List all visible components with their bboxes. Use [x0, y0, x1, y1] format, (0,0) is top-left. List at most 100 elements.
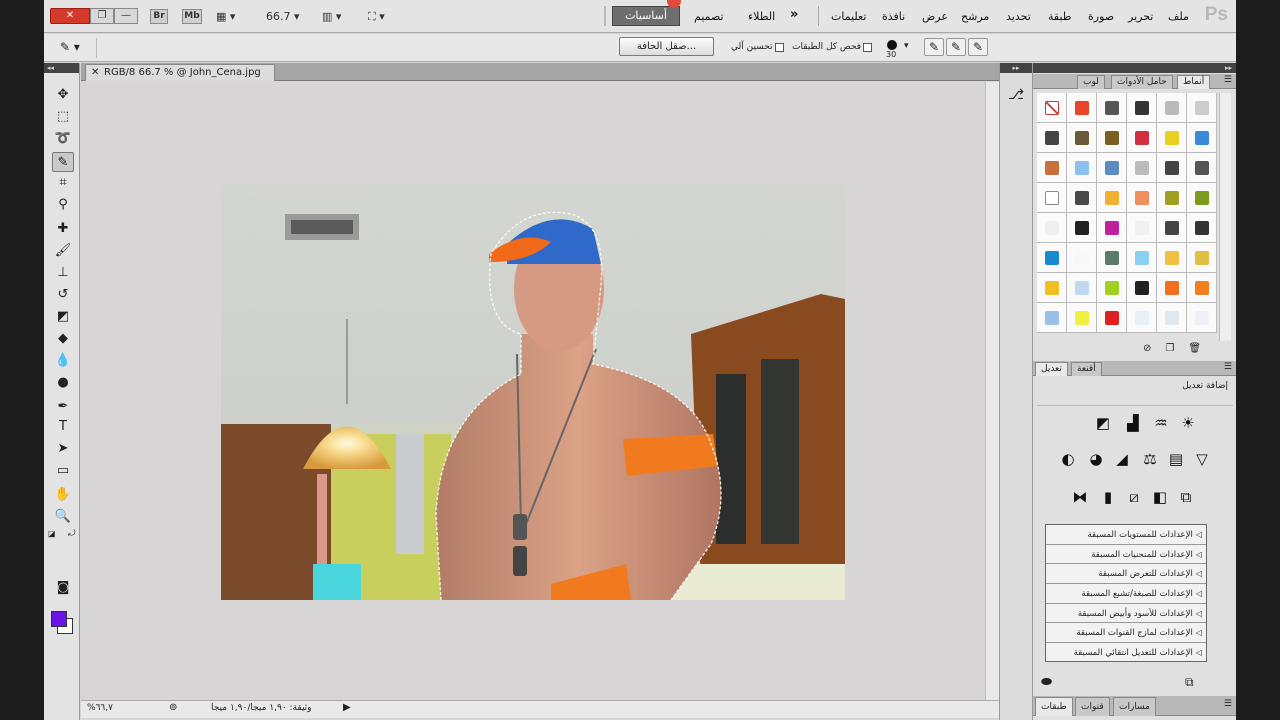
style-swatch[interactable]: [1097, 123, 1127, 153]
style-swatch[interactable]: [1127, 213, 1157, 243]
style-swatch[interactable]: [1097, 93, 1127, 123]
style-swatch[interactable]: [1127, 273, 1157, 303]
menu-image[interactable]: صورة: [1088, 10, 1114, 23]
styles-scrollbar[interactable]: [1219, 93, 1231, 341]
menu-layer[interactable]: طبقة: [1048, 10, 1072, 23]
tab-masks[interactable]: أقنعة: [1071, 362, 1102, 376]
minibridge-button[interactable]: Mb: [182, 9, 202, 24]
style-swatch[interactable]: [1157, 213, 1187, 243]
style-swatch[interactable]: [1157, 273, 1187, 303]
style-swatch[interactable]: [1187, 183, 1217, 213]
shape-tool-icon[interactable]: ▭: [52, 461, 74, 481]
style-swatch[interactable]: [1067, 123, 1097, 153]
style-swatch[interactable]: [1037, 123, 1067, 153]
zoom-tool-icon[interactable]: 🔍: [52, 507, 74, 527]
pen-tool-icon[interactable]: ✒: [52, 397, 74, 417]
dock-expand-icon[interactable]: ▸▸: [1000, 63, 1032, 73]
style-swatch[interactable]: [1187, 213, 1217, 243]
brightness-contrast-icon[interactable]: ◩: [1092, 412, 1114, 434]
add-to-selection-icon[interactable]: ✎: [946, 38, 966, 56]
healing-brush-tool-icon[interactable]: ✚: [52, 219, 74, 239]
photo-filter-icon[interactable]: ▤: [1165, 448, 1187, 470]
preset-channel-mixer[interactable]: ◁الإعدادات لمازج القنوات المسبقة: [1046, 623, 1206, 644]
tab-swatches[interactable]: لوب: [1077, 75, 1105, 89]
document-tab[interactable]: ✕ RGB/8 66.7 % @ John_Cena.jpg: [85, 64, 275, 81]
vibrance-icon[interactable]: ◐: [1057, 448, 1079, 470]
panel-view-icon[interactable]: ⧉: [1185, 675, 1194, 690]
bridge-button[interactable]: Br: [150, 9, 168, 24]
exposure-icon[interactable]: ☀: [1177, 412, 1199, 434]
style-swatch[interactable]: [1157, 153, 1187, 183]
screen-mode-icon[interactable]: ⛶ ▾: [368, 10, 385, 24]
canvas-area[interactable]: [81, 82, 985, 700]
preset-black-white[interactable]: ◁الإعدادات للأسود وأبيض المسبقة: [1046, 604, 1206, 624]
subtract-from-selection-icon[interactable]: ✎: [968, 38, 988, 56]
preset-selective-color[interactable]: ◁الإعدادات للتعديل انتقائي المسبقة: [1046, 643, 1206, 663]
swap-colors-icon[interactable]: ⤾: [68, 529, 76, 539]
quick-mask-icon[interactable]: ◙: [52, 578, 74, 598]
status-zoom-value[interactable]: %٦٦,٧: [87, 703, 113, 713]
move-tool-icon[interactable]: ✥: [52, 85, 74, 105]
blur-tool-icon[interactable]: 💧: [52, 351, 74, 371]
workspace-painting-button[interactable]: الطلاء: [748, 10, 775, 23]
clip-layer-icon[interactable]: ⬬: [1041, 675, 1052, 690]
status-menu-arrow-icon[interactable]: ▶: [343, 702, 351, 713]
workspace-essentials-button[interactable]: أساسيات: [612, 6, 680, 26]
style-swatch[interactable]: [1187, 93, 1217, 123]
history-brush-tool-icon[interactable]: ↺: [52, 285, 74, 305]
canvas-vertical-scrollbar[interactable]: [985, 82, 999, 700]
curves-icon[interactable]: ♒: [1150, 412, 1172, 434]
more-workspaces-icon[interactable]: »: [790, 7, 798, 22]
brush-picker-dropdown[interactable]: ▾: [904, 41, 909, 51]
minimize-button[interactable]: —: [114, 8, 138, 24]
channel-mixer-icon[interactable]: ▽: [1191, 448, 1213, 470]
style-swatch[interactable]: [1037, 153, 1067, 183]
sample-all-layers-box[interactable]: [863, 42, 873, 52]
style-swatch[interactable]: [1097, 183, 1127, 213]
hue-saturation-icon[interactable]: ◕: [1085, 448, 1107, 470]
document-image[interactable]: [221, 184, 845, 600]
style-swatch[interactable]: [1037, 183, 1067, 213]
style-swatch[interactable]: [1067, 213, 1097, 243]
hand-tool-icon[interactable]: ✋: [52, 485, 74, 505]
auto-enhance-box[interactable]: [774, 42, 784, 52]
path-selection-tool-icon[interactable]: ➤: [52, 439, 74, 459]
tool-preset-picker[interactable]: ✎ ▾: [60, 40, 80, 54]
adjustments-menu-icon[interactable]: ☰: [1224, 362, 1232, 372]
selective-color-icon[interactable]: ⧉: [1175, 486, 1197, 508]
brush-tool-icon[interactable]: 🖌: [52, 241, 74, 261]
menu-window[interactable]: نافذة: [882, 10, 905, 23]
zoom-level-dropdown[interactable]: 66.7 ▾: [266, 10, 300, 23]
clone-stamp-tool-icon[interactable]: ⊥: [52, 263, 74, 283]
panels-collapse-icon[interactable]: ▸▸: [1033, 63, 1236, 73]
preset-levels[interactable]: ◁الإعدادات للمستويات المسبقة: [1046, 525, 1206, 545]
levels-icon[interactable]: ▟: [1122, 412, 1144, 434]
close-document-icon[interactable]: ✕: [91, 65, 99, 80]
sample-all-layers-checkbox[interactable]: فحص كل الطبقات: [792, 42, 873, 52]
refine-edge-button[interactable]: صقل الحافة...: [619, 37, 714, 56]
style-swatch[interactable]: [1067, 93, 1097, 123]
style-swatch[interactable]: [1037, 243, 1067, 273]
style-swatch[interactable]: [1067, 183, 1097, 213]
eraser-tool-icon[interactable]: ◩: [52, 307, 74, 327]
style-swatch[interactable]: [1037, 93, 1067, 123]
style-swatch[interactable]: [1187, 123, 1217, 153]
style-swatch[interactable]: [1097, 243, 1127, 273]
view-extras-icon[interactable]: ▦ ▾: [216, 10, 235, 23]
styles-footer-icons[interactable]: ⊘❐🗑: [1143, 343, 1215, 354]
history-panel-icon[interactable]: ⎇: [1008, 87, 1024, 103]
menu-filter[interactable]: مرشح: [961, 10, 989, 23]
menu-file[interactable]: ملف: [1168, 10, 1189, 23]
arrange-documents-icon[interactable]: ▥ ▾: [322, 10, 341, 23]
style-swatch[interactable]: [1067, 153, 1097, 183]
tab-paths[interactable]: مسارات: [1113, 697, 1156, 716]
style-swatch[interactable]: [1187, 273, 1217, 303]
style-swatch[interactable]: [1097, 273, 1127, 303]
style-swatch[interactable]: [1127, 243, 1157, 273]
paint-bucket-tool-icon[interactable]: ◆: [52, 329, 74, 349]
style-swatch[interactable]: [1187, 153, 1217, 183]
close-button[interactable]: ✕: [50, 8, 90, 24]
layers-menu-icon[interactable]: ☰: [1224, 699, 1232, 709]
preset-exposure[interactable]: ◁الإعدادات للتعرض المسبقة: [1046, 564, 1206, 585]
style-swatch[interactable]: [1127, 123, 1157, 153]
